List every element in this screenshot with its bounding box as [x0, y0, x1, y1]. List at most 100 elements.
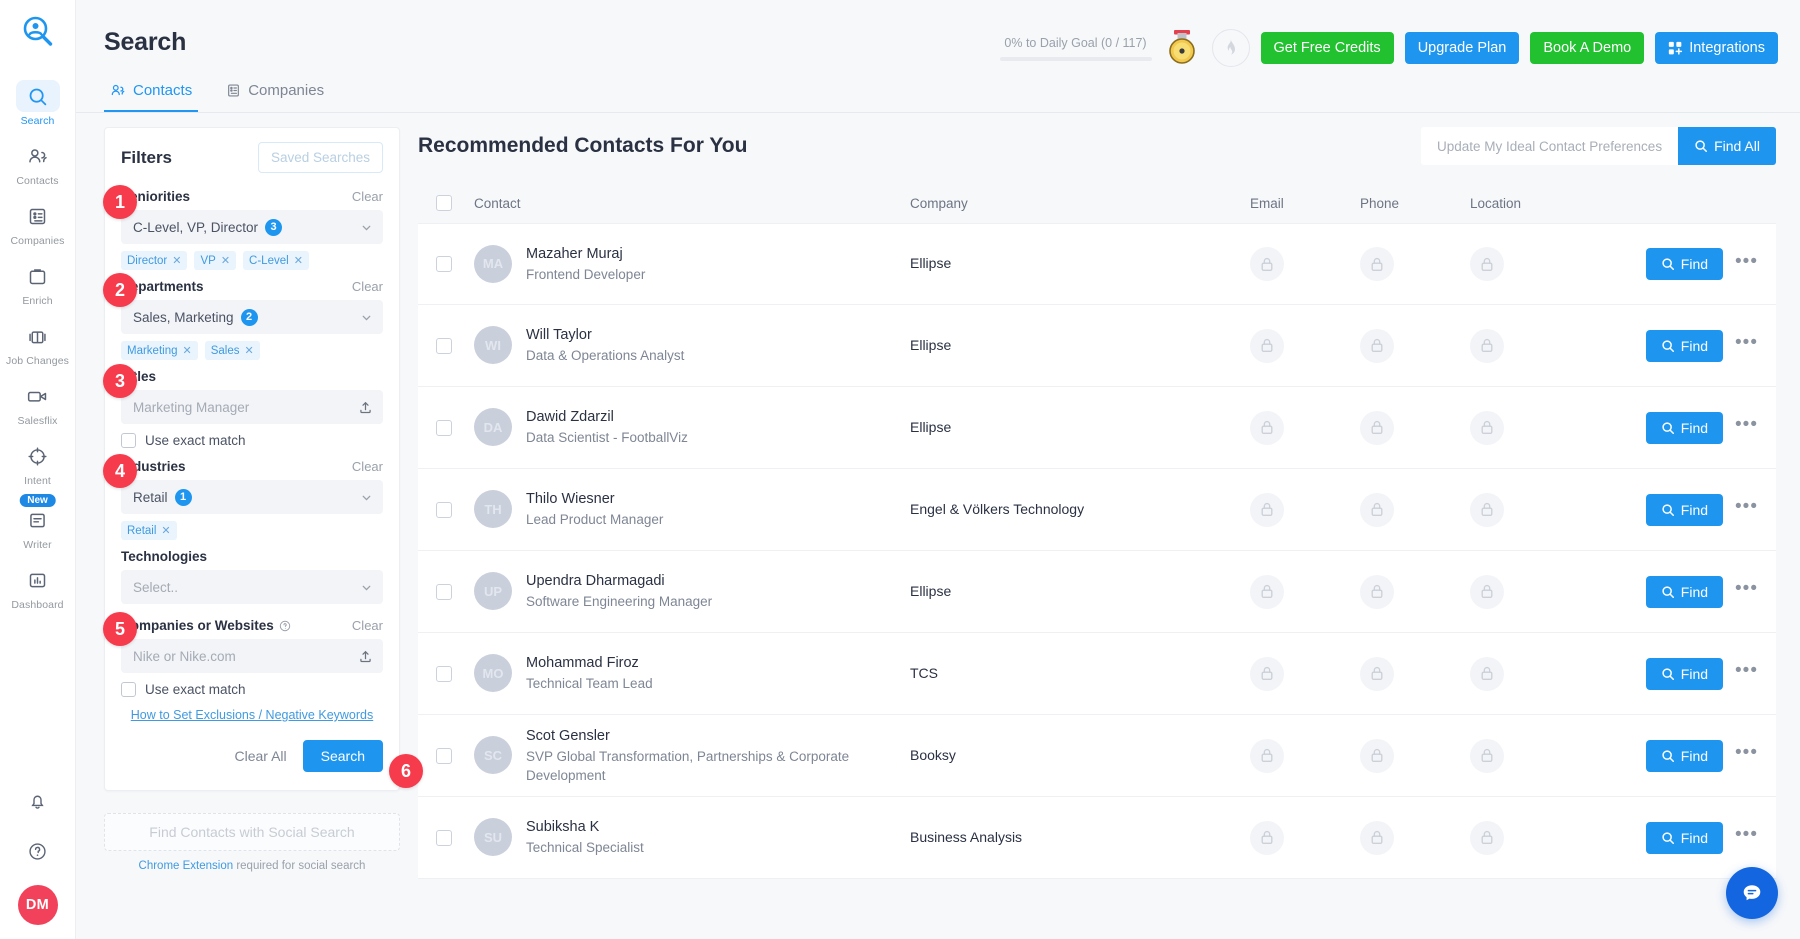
- contact-name[interactable]: Scot Gensler: [526, 726, 856, 747]
- find-button[interactable]: Find: [1646, 330, 1723, 362]
- company-name[interactable]: Business Analysis: [910, 829, 1022, 845]
- titles-input-wrap[interactable]: Marketing Manager: [121, 390, 383, 424]
- lock-icon[interactable]: [1470, 247, 1504, 281]
- sidebar-item-dashboard[interactable]: Dashboard: [0, 557, 76, 617]
- contact-name[interactable]: Mohammad Firoz: [526, 653, 653, 674]
- companies-clear[interactable]: Clear: [352, 618, 383, 633]
- company-name[interactable]: Ellipse: [910, 255, 951, 271]
- seniorities-clear[interactable]: Clear: [352, 189, 383, 204]
- close-icon[interactable]: ✕: [221, 254, 230, 267]
- lock-icon[interactable]: [1470, 575, 1504, 609]
- book-a-demo-button[interactable]: Book A Demo: [1530, 32, 1644, 64]
- tab-contacts[interactable]: Contacts: [104, 76, 198, 113]
- company-name[interactable]: Engel & Völkers Technology: [910, 501, 1084, 517]
- row-checkbox[interactable]: [436, 338, 452, 354]
- sidebar-item-salesflix[interactable]: Salesflix: [0, 373, 76, 433]
- lock-icon[interactable]: [1250, 657, 1284, 691]
- clear-all-button[interactable]: Clear All: [235, 748, 287, 764]
- lock-icon[interactable]: [1360, 657, 1394, 691]
- get-free-credits-button[interactable]: Get Free Credits: [1261, 32, 1394, 64]
- close-icon[interactable]: ✕: [161, 524, 170, 537]
- row-more-menu-icon[interactable]: •••: [1735, 497, 1758, 522]
- find-button[interactable]: Find: [1646, 740, 1723, 772]
- close-icon[interactable]: ✕: [245, 344, 254, 357]
- lock-icon[interactable]: [1360, 821, 1394, 855]
- close-icon[interactable]: ✕: [294, 254, 303, 267]
- sidebar-item-intent[interactable]: Intent: [0, 433, 76, 493]
- row-checkbox[interactable]: [436, 584, 452, 600]
- table-row[interactable]: MAMazaher MurajFrontend DeveloperEllipse…: [418, 223, 1776, 305]
- sidebar-item-companies[interactable]: Companies: [0, 193, 76, 253]
- tab-companies[interactable]: Companies: [220, 76, 330, 113]
- chip[interactable]: C-Level✕: [243, 251, 309, 270]
- lock-icon[interactable]: [1360, 247, 1394, 281]
- row-more-menu-icon[interactable]: •••: [1735, 579, 1758, 604]
- find-button[interactable]: Find: [1646, 576, 1723, 608]
- row-checkbox[interactable]: [436, 830, 452, 846]
- row-more-menu-icon[interactable]: •••: [1735, 333, 1758, 358]
- row-checkbox[interactable]: [436, 748, 452, 764]
- table-row[interactable]: UPUpendra DharmagadiSoftware Engineering…: [418, 551, 1776, 633]
- lock-icon[interactable]: [1470, 821, 1504, 855]
- company-name[interactable]: TCS: [910, 665, 938, 681]
- row-checkbox[interactable]: [436, 420, 452, 436]
- exclusions-help-link[interactable]: How to Set Exclusions / Negative Keyword…: [121, 708, 383, 722]
- industries-clear[interactable]: Clear: [352, 459, 383, 474]
- row-more-menu-icon[interactable]: •••: [1735, 825, 1758, 850]
- find-button[interactable]: Find: [1646, 822, 1723, 854]
- saved-searches-button[interactable]: Saved Searches: [258, 142, 383, 173]
- contact-name[interactable]: Will Taylor: [526, 325, 684, 346]
- technologies-select[interactable]: Select..: [121, 570, 383, 604]
- companies-exact-checkbox[interactable]: [121, 682, 136, 697]
- sidebar-item-search[interactable]: Search: [0, 73, 76, 133]
- chip[interactable]: VP✕: [194, 251, 236, 270]
- lock-icon[interactable]: [1470, 329, 1504, 363]
- company-name[interactable]: Ellipse: [910, 419, 951, 435]
- lock-icon[interactable]: [1470, 739, 1504, 773]
- avatar[interactable]: DM: [18, 885, 58, 925]
- row-checkbox[interactable]: [436, 502, 452, 518]
- search-button[interactable]: Search: [303, 740, 383, 772]
- company-name[interactable]: Ellipse: [910, 583, 951, 599]
- companies-input-wrap[interactable]: Nike or Nike.com: [121, 639, 383, 673]
- chip[interactable]: Director✕: [121, 251, 187, 270]
- company-name[interactable]: Ellipse: [910, 337, 951, 353]
- find-button[interactable]: Find: [1646, 248, 1723, 280]
- sidebar-item-enrich[interactable]: Enrich: [0, 253, 76, 313]
- company-name[interactable]: Booksy: [910, 747, 956, 763]
- help-circle-icon[interactable]: [16, 835, 60, 867]
- row-more-menu-icon[interactable]: •••: [1735, 661, 1758, 686]
- sidebar-item-writer[interactable]: New Writer: [0, 493, 76, 557]
- chip[interactable]: Marketing✕: [121, 341, 198, 360]
- find-button[interactable]: Find: [1646, 658, 1723, 690]
- contact-name[interactable]: Mazaher Muraj: [526, 244, 645, 265]
- contact-name[interactable]: Subiksha K: [526, 817, 644, 838]
- lock-icon[interactable]: [1360, 739, 1394, 773]
- info-icon[interactable]: [279, 620, 291, 632]
- find-all-button[interactable]: Find All: [1678, 127, 1776, 165]
- table-row[interactable]: MOMohammad FirozTechnical Team LeadTCSFi…: [418, 633, 1776, 715]
- upload-icon[interactable]: [358, 400, 373, 415]
- update-preferences-button[interactable]: Update My Ideal Contact Preferences: [1421, 127, 1678, 165]
- companies-exact-match-row[interactable]: Use exact match: [121, 682, 383, 697]
- select-all-checkbox[interactable]: [436, 195, 452, 211]
- lock-icon[interactable]: [1250, 575, 1284, 609]
- row-checkbox[interactable]: [436, 256, 452, 272]
- chip[interactable]: Sales✕: [205, 341, 260, 360]
- close-icon[interactable]: ✕: [172, 254, 181, 267]
- lock-icon[interactable]: [1250, 821, 1284, 855]
- find-button[interactable]: Find: [1646, 412, 1723, 444]
- row-more-menu-icon[interactable]: •••: [1735, 415, 1758, 440]
- upload-icon[interactable]: [358, 649, 373, 664]
- lock-icon[interactable]: [1360, 493, 1394, 527]
- lock-icon[interactable]: [1360, 329, 1394, 363]
- row-more-menu-icon[interactable]: •••: [1735, 252, 1758, 277]
- bell-icon[interactable]: [16, 785, 60, 817]
- lock-icon[interactable]: [1360, 411, 1394, 445]
- table-row[interactable]: SCScot GenslerSVP Global Transformation,…: [418, 715, 1776, 797]
- sidebar-item-job-changes[interactable]: Job Changes: [0, 313, 76, 373]
- lock-icon[interactable]: [1250, 739, 1284, 773]
- integrations-button[interactable]: Integrations: [1655, 32, 1778, 64]
- lock-icon[interactable]: [1360, 575, 1394, 609]
- table-row[interactable]: DADawid ZdarzilData Scientist - Football…: [418, 387, 1776, 469]
